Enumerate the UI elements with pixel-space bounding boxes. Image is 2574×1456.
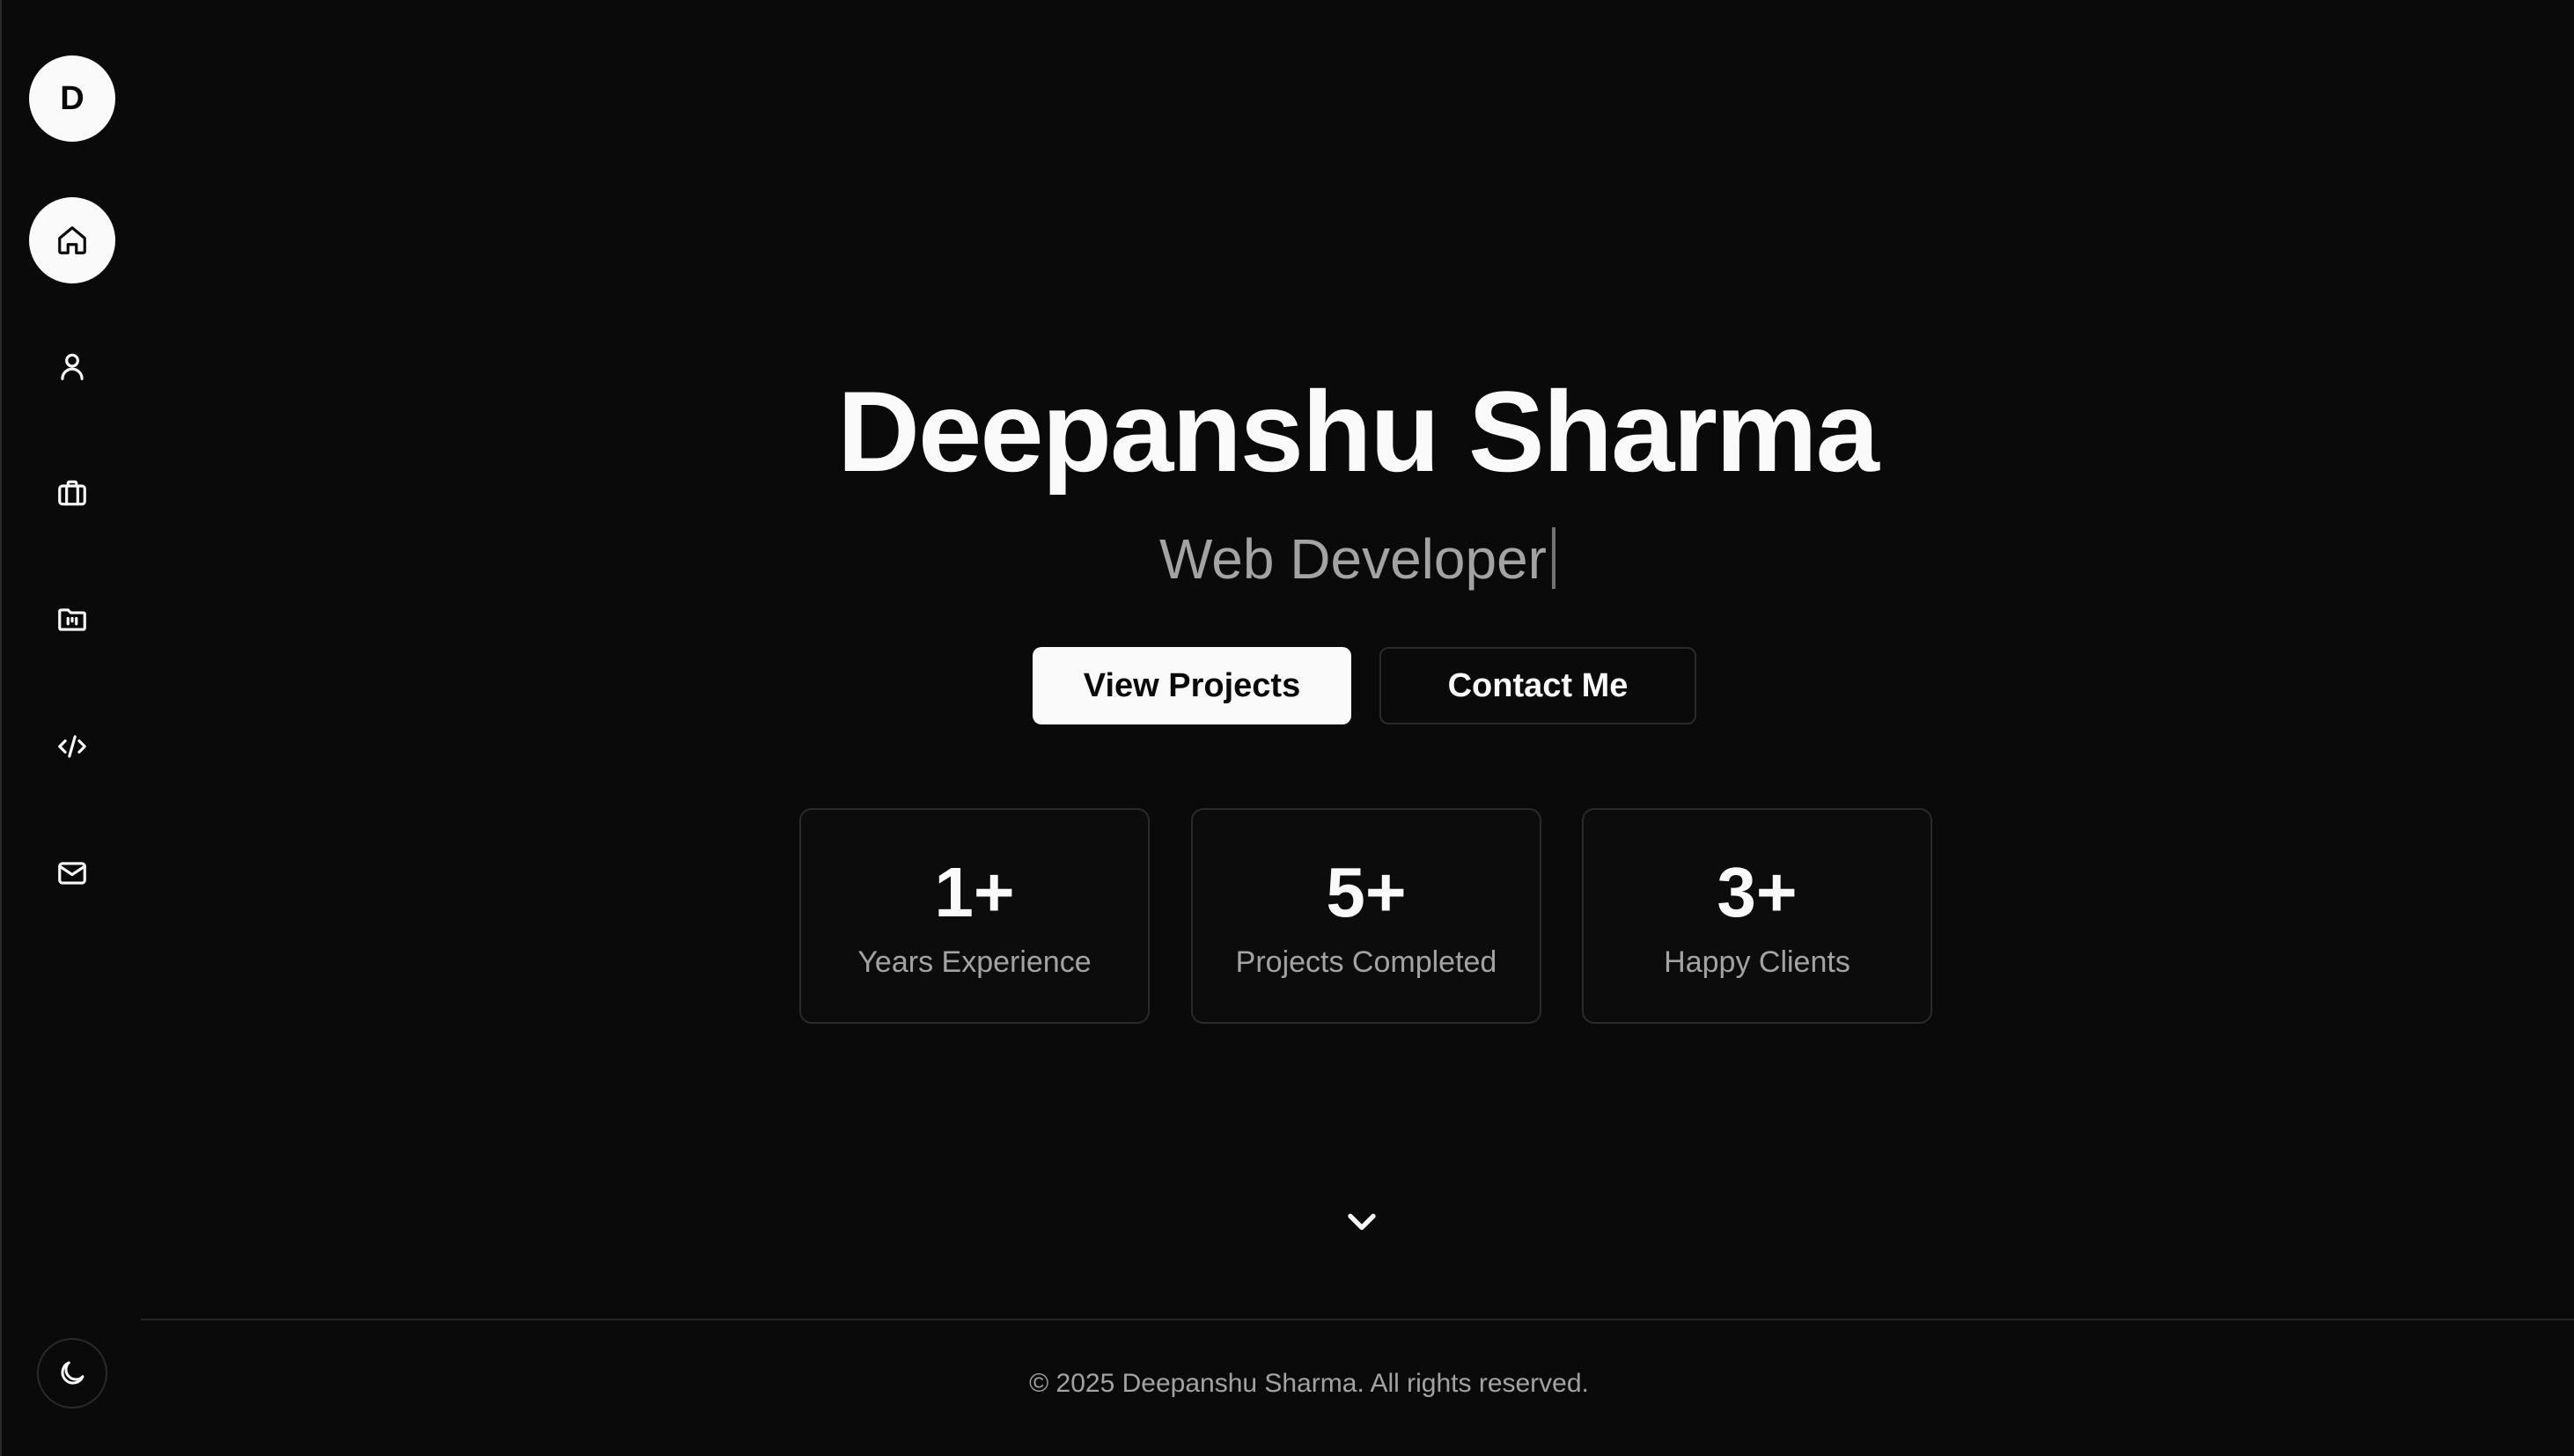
user-icon bbox=[61, 353, 84, 380]
logo-avatar[interactable]: D bbox=[29, 55, 115, 142]
code-icon bbox=[58, 735, 86, 758]
sidebar-item-experience[interactable] bbox=[29, 450, 115, 536]
app-root: D Deepanshu Sharma Web Developer View Pr… bbox=[0, 0, 2574, 1456]
stat-label: Projects Completed bbox=[1235, 945, 1497, 979]
stat-value: 3+ bbox=[1717, 853, 1798, 931]
typed-role-text: Web Developer bbox=[1159, 527, 1547, 591]
stat-value: 5+ bbox=[1326, 853, 1407, 931]
moon-icon bbox=[61, 1361, 85, 1385]
chevron-down-icon bbox=[1348, 1213, 1376, 1231]
hero-subtitle: Web Developer bbox=[141, 519, 2574, 599]
stat-value: 1+ bbox=[934, 853, 1015, 931]
sidebar-item-about[interactable] bbox=[29, 323, 115, 409]
folder-icon bbox=[58, 608, 86, 631]
view-projects-button[interactable]: View Projects bbox=[1033, 647, 1351, 724]
theme-toggle-button[interactable] bbox=[37, 1338, 107, 1408]
hero-section: Deepanshu Sharma Web Developer View Proj… bbox=[141, 0, 2574, 1319]
stat-card-clients: 3+ Happy Clients bbox=[1582, 808, 1932, 1024]
footer: © 2025 Deepanshu Sharma. All rights rese… bbox=[141, 1319, 2574, 1456]
scroll-down-button[interactable] bbox=[1339, 1199, 1385, 1245]
sidebar-item-skills[interactable] bbox=[29, 703, 115, 790]
stat-label: Years Experience bbox=[857, 945, 1092, 979]
sidebar: D bbox=[0, 0, 141, 1456]
stat-card-experience: 1+ Years Experience bbox=[799, 808, 1150, 1024]
stat-label: Happy Clients bbox=[1664, 945, 1850, 979]
sidebar-item-contact[interactable] bbox=[29, 830, 115, 916]
footer-copyright: © 2025 Deepanshu Sharma. All rights rese… bbox=[1029, 1369, 1589, 1398]
contact-me-button[interactable]: Contact Me bbox=[1379, 647, 1696, 724]
briefcase-icon bbox=[58, 480, 86, 506]
typing-caret bbox=[1551, 527, 1555, 590]
stat-card-projects: 5+ Projects Completed bbox=[1191, 808, 1541, 1024]
mail-icon bbox=[58, 862, 86, 885]
sidebar-item-home[interactable] bbox=[29, 197, 115, 283]
home-icon bbox=[58, 226, 86, 254]
sidebar-item-projects[interactable] bbox=[29, 577, 115, 663]
hero-title: Deepanshu Sharma bbox=[837, 367, 1879, 496]
